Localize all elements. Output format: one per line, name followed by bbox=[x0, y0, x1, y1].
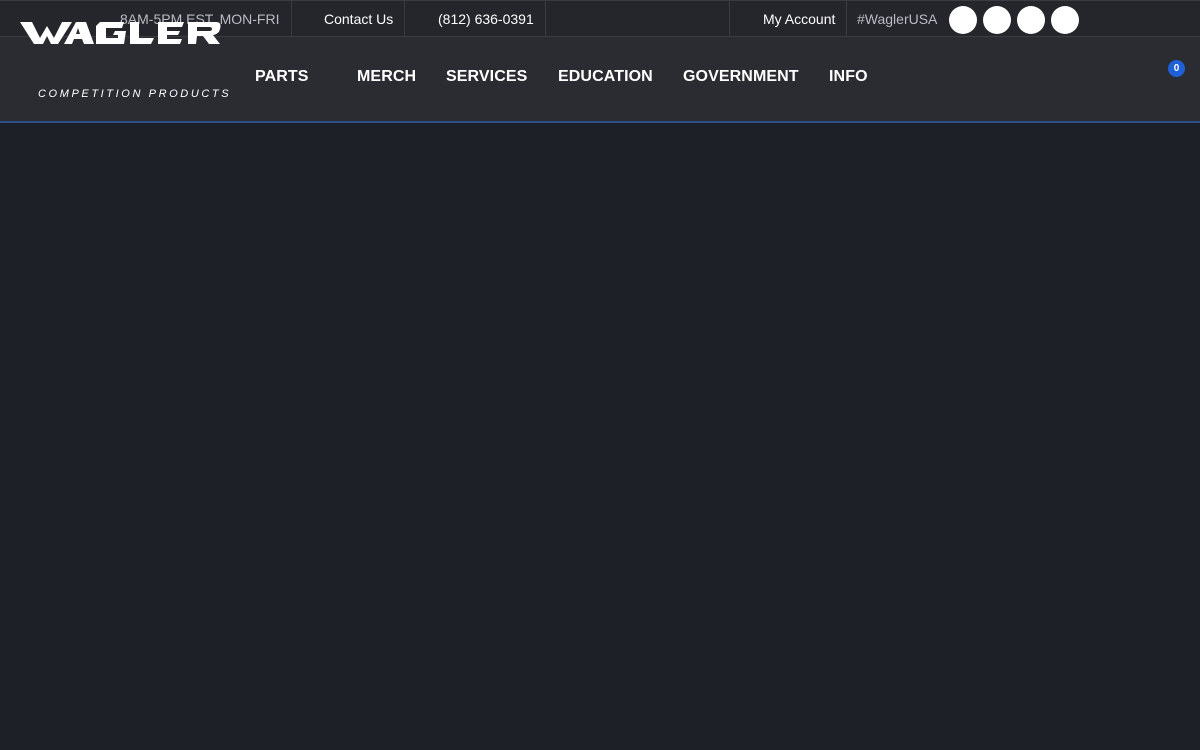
divider bbox=[404, 1, 405, 37]
nav-merch[interactable]: MERCH bbox=[357, 68, 416, 86]
phone-link[interactable]: (812) 636-0391 bbox=[438, 1, 534, 37]
nav-parts[interactable]: PARTS bbox=[255, 68, 309, 86]
nav-services[interactable]: SERVICES bbox=[446, 68, 527, 86]
divider bbox=[545, 1, 546, 37]
divider bbox=[729, 1, 730, 37]
social-icon-2[interactable] bbox=[983, 6, 1011, 34]
social-icon-4[interactable] bbox=[1051, 6, 1079, 34]
social-icon-3[interactable] bbox=[1017, 6, 1045, 34]
my-account-link[interactable]: My Account bbox=[763, 1, 835, 37]
nav-info[interactable]: INFO bbox=[829, 68, 868, 86]
main-content-area bbox=[0, 123, 1200, 750]
social-icon-1[interactable] bbox=[949, 6, 977, 34]
contact-us-link[interactable]: Contact Us bbox=[324, 1, 393, 37]
divider bbox=[291, 1, 292, 37]
wagler-logo-icon[interactable] bbox=[20, 20, 222, 66]
nav-government[interactable]: GOVERNMENT bbox=[683, 68, 799, 86]
nav-education[interactable]: EDUCATION bbox=[558, 68, 653, 86]
divider bbox=[846, 1, 847, 37]
hashtag-label: #WaglerUSA bbox=[857, 11, 938, 27]
logo-subtitle: COMPETITION PRODUCTS bbox=[38, 88, 232, 100]
cart-count-badge[interactable]: 0 bbox=[1168, 60, 1185, 77]
